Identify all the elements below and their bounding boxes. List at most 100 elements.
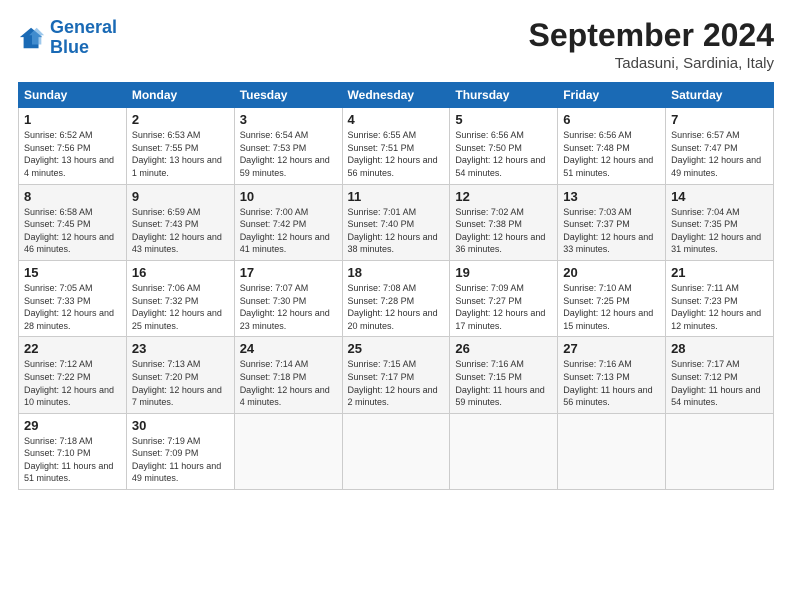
cell-info: Sunrise: 7:03 AMSunset: 7:37 PMDaylight:… xyxy=(563,207,653,255)
cell-info: Sunrise: 7:11 AMSunset: 7:23 PMDaylight:… xyxy=(671,283,761,331)
cell-info: Sunrise: 7:07 AMSunset: 7:30 PMDaylight:… xyxy=(240,283,330,331)
calendar-cell: 29 Sunrise: 7:18 AMSunset: 7:10 PMDaylig… xyxy=(19,413,127,489)
calendar-cell: 30 Sunrise: 7:19 AMSunset: 7:09 PMDaylig… xyxy=(126,413,234,489)
day-number: 12 xyxy=(455,189,552,204)
cell-info: Sunrise: 7:08 AMSunset: 7:28 PMDaylight:… xyxy=(348,283,438,331)
day-number: 4 xyxy=(348,112,445,127)
day-number: 1 xyxy=(24,112,121,127)
calendar-cell: 25 Sunrise: 7:15 AMSunset: 7:17 PMDaylig… xyxy=(342,337,450,413)
calendar-cell xyxy=(342,413,450,489)
calendar-week-4: 22 Sunrise: 7:12 AMSunset: 7:22 PMDaylig… xyxy=(19,337,774,413)
day-number: 15 xyxy=(24,265,121,280)
weekday-header-saturday: Saturday xyxy=(666,83,774,108)
cell-info: Sunrise: 6:53 AMSunset: 7:55 PMDaylight:… xyxy=(132,130,222,178)
day-number: 26 xyxy=(455,341,552,356)
logo: General Blue xyxy=(18,18,117,58)
weekday-header-monday: Monday xyxy=(126,83,234,108)
calendar-cell: 27 Sunrise: 7:16 AMSunset: 7:13 PMDaylig… xyxy=(558,337,666,413)
calendar-cell xyxy=(234,413,342,489)
day-number: 2 xyxy=(132,112,229,127)
cell-info: Sunrise: 7:10 AMSunset: 7:25 PMDaylight:… xyxy=(563,283,653,331)
calendar-cell: 19 Sunrise: 7:09 AMSunset: 7:27 PMDaylig… xyxy=(450,260,558,336)
logo-blue: Blue xyxy=(50,37,89,57)
calendar-cell xyxy=(450,413,558,489)
cell-info: Sunrise: 6:56 AMSunset: 7:50 PMDaylight:… xyxy=(455,130,545,178)
weekday-header-wednesday: Wednesday xyxy=(342,83,450,108)
title-area: September 2024 Tadasuni, Sardinia, Italy xyxy=(529,18,774,72)
calendar-cell: 7 Sunrise: 6:57 AMSunset: 7:47 PMDayligh… xyxy=(666,108,774,184)
cell-info: Sunrise: 6:59 AMSunset: 7:43 PMDaylight:… xyxy=(132,207,222,255)
day-number: 16 xyxy=(132,265,229,280)
cell-info: Sunrise: 7:00 AMSunset: 7:42 PMDaylight:… xyxy=(240,207,330,255)
calendar-week-5: 29 Sunrise: 7:18 AMSunset: 7:10 PMDaylig… xyxy=(19,413,774,489)
calendar-cell: 15 Sunrise: 7:05 AMSunset: 7:33 PMDaylig… xyxy=(19,260,127,336)
cell-info: Sunrise: 6:52 AMSunset: 7:56 PMDaylight:… xyxy=(24,130,114,178)
day-number: 20 xyxy=(563,265,660,280)
day-number: 6 xyxy=(563,112,660,127)
cell-info: Sunrise: 6:58 AMSunset: 7:45 PMDaylight:… xyxy=(24,207,114,255)
day-number: 3 xyxy=(240,112,337,127)
day-number: 22 xyxy=(24,341,121,356)
logo-text: General Blue xyxy=(50,18,117,58)
weekday-header-tuesday: Tuesday xyxy=(234,83,342,108)
day-number: 5 xyxy=(455,112,552,127)
header-row: General Blue September 2024 Tadasuni, Sa… xyxy=(18,18,774,72)
calendar-week-1: 1 Sunrise: 6:52 AMSunset: 7:56 PMDayligh… xyxy=(19,108,774,184)
cell-info: Sunrise: 6:56 AMSunset: 7:48 PMDaylight:… xyxy=(563,130,653,178)
day-number: 27 xyxy=(563,341,660,356)
day-number: 21 xyxy=(671,265,768,280)
calendar-cell: 4 Sunrise: 6:55 AMSunset: 7:51 PMDayligh… xyxy=(342,108,450,184)
calendar-cell: 23 Sunrise: 7:13 AMSunset: 7:20 PMDaylig… xyxy=(126,337,234,413)
weekday-header-thursday: Thursday xyxy=(450,83,558,108)
day-number: 14 xyxy=(671,189,768,204)
location-title: Tadasuni, Sardinia, Italy xyxy=(529,55,774,72)
day-number: 11 xyxy=(348,189,445,204)
calendar-cell: 18 Sunrise: 7:08 AMSunset: 7:28 PMDaylig… xyxy=(342,260,450,336)
month-title: September 2024 xyxy=(529,18,774,53)
calendar-cell xyxy=(666,413,774,489)
calendar-cell: 1 Sunrise: 6:52 AMSunset: 7:56 PMDayligh… xyxy=(19,108,127,184)
cell-info: Sunrise: 7:14 AMSunset: 7:18 PMDaylight:… xyxy=(240,359,330,407)
calendar-cell: 28 Sunrise: 7:17 AMSunset: 7:12 PMDaylig… xyxy=(666,337,774,413)
calendar-cell: 5 Sunrise: 6:56 AMSunset: 7:50 PMDayligh… xyxy=(450,108,558,184)
calendar-cell: 2 Sunrise: 6:53 AMSunset: 7:55 PMDayligh… xyxy=(126,108,234,184)
cell-info: Sunrise: 7:12 AMSunset: 7:22 PMDaylight:… xyxy=(24,359,114,407)
cell-info: Sunrise: 7:13 AMSunset: 7:20 PMDaylight:… xyxy=(132,359,222,407)
day-number: 25 xyxy=(348,341,445,356)
calendar-cell: 24 Sunrise: 7:14 AMSunset: 7:18 PMDaylig… xyxy=(234,337,342,413)
calendar-cell: 12 Sunrise: 7:02 AMSunset: 7:38 PMDaylig… xyxy=(450,184,558,260)
calendar-table: SundayMondayTuesdayWednesdayThursdayFrid… xyxy=(18,82,774,490)
calendar-cell: 3 Sunrise: 6:54 AMSunset: 7:53 PMDayligh… xyxy=(234,108,342,184)
logo-icon xyxy=(18,24,46,52)
calendar-cell: 10 Sunrise: 7:00 AMSunset: 7:42 PMDaylig… xyxy=(234,184,342,260)
cell-info: Sunrise: 7:05 AMSunset: 7:33 PMDaylight:… xyxy=(24,283,114,331)
calendar-week-2: 8 Sunrise: 6:58 AMSunset: 7:45 PMDayligh… xyxy=(19,184,774,260)
cell-info: Sunrise: 7:19 AMSunset: 7:09 PMDaylight:… xyxy=(132,436,221,484)
calendar-cell: 22 Sunrise: 7:12 AMSunset: 7:22 PMDaylig… xyxy=(19,337,127,413)
cell-info: Sunrise: 7:09 AMSunset: 7:27 PMDaylight:… xyxy=(455,283,545,331)
calendar-cell: 26 Sunrise: 7:16 AMSunset: 7:15 PMDaylig… xyxy=(450,337,558,413)
calendar-cell: 21 Sunrise: 7:11 AMSunset: 7:23 PMDaylig… xyxy=(666,260,774,336)
day-number: 24 xyxy=(240,341,337,356)
day-number: 29 xyxy=(24,418,121,433)
calendar-cell: 13 Sunrise: 7:03 AMSunset: 7:37 PMDaylig… xyxy=(558,184,666,260)
cell-info: Sunrise: 7:17 AMSunset: 7:12 PMDaylight:… xyxy=(671,359,760,407)
day-number: 30 xyxy=(132,418,229,433)
day-number: 13 xyxy=(563,189,660,204)
calendar-cell: 17 Sunrise: 7:07 AMSunset: 7:30 PMDaylig… xyxy=(234,260,342,336)
cell-info: Sunrise: 7:15 AMSunset: 7:17 PMDaylight:… xyxy=(348,359,438,407)
calendar-cell: 8 Sunrise: 6:58 AMSunset: 7:45 PMDayligh… xyxy=(19,184,127,260)
day-number: 28 xyxy=(671,341,768,356)
calendar-cell: 14 Sunrise: 7:04 AMSunset: 7:35 PMDaylig… xyxy=(666,184,774,260)
calendar-cell: 6 Sunrise: 6:56 AMSunset: 7:48 PMDayligh… xyxy=(558,108,666,184)
weekday-header-sunday: Sunday xyxy=(19,83,127,108)
weekday-header-row: SundayMondayTuesdayWednesdayThursdayFrid… xyxy=(19,83,774,108)
calendar-cell: 11 Sunrise: 7:01 AMSunset: 7:40 PMDaylig… xyxy=(342,184,450,260)
day-number: 17 xyxy=(240,265,337,280)
cell-info: Sunrise: 7:06 AMSunset: 7:32 PMDaylight:… xyxy=(132,283,222,331)
calendar-cell: 20 Sunrise: 7:10 AMSunset: 7:25 PMDaylig… xyxy=(558,260,666,336)
day-number: 8 xyxy=(24,189,121,204)
calendar-page: General Blue September 2024 Tadasuni, Sa… xyxy=(0,0,792,612)
calendar-cell xyxy=(558,413,666,489)
day-number: 19 xyxy=(455,265,552,280)
